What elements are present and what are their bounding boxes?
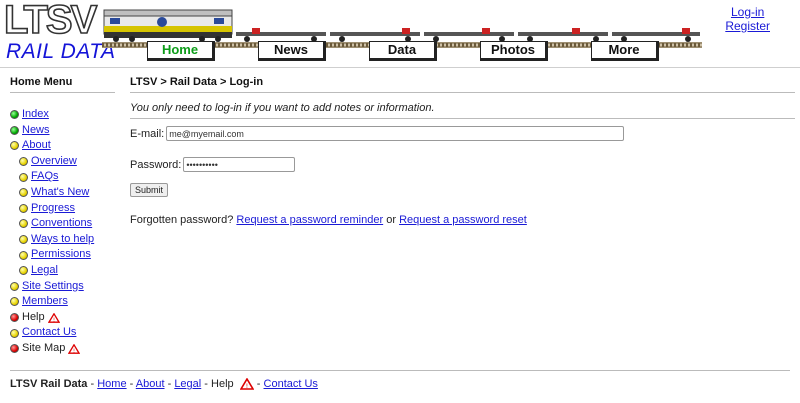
sidebar-item-progress[interactable]: Progress (10, 201, 115, 217)
red-status-dot-icon (10, 313, 19, 323)
footer-help-text: Help (211, 378, 234, 390)
password-reminder-link[interactable]: Request a password reminder (236, 214, 383, 226)
wagons-icon (236, 28, 700, 42)
password-field[interactable] (183, 157, 296, 172)
yellow-status-dot-icon (10, 297, 19, 307)
footer-about-link[interactable]: About (136, 378, 165, 390)
yellow-status-dot-icon (19, 219, 28, 229)
site-header: LTSV RAIL DATA Home News Data Photos Mor… (0, 0, 800, 68)
sidebar-item-about[interactable]: About (10, 138, 115, 154)
sidebar-title: Home Menu (10, 76, 115, 93)
nav-tab-more[interactable]: More (591, 41, 659, 61)
footer-site-name: LTSV Rail Data (10, 378, 88, 390)
footer: LTSV Rail Data - Home - About - Legal - … (10, 378, 318, 390)
footer-separator: - (204, 378, 208, 390)
yellow-status-dot-icon (10, 328, 19, 338)
sidebar-item-label[interactable]: Conventions (31, 216, 92, 232)
sidebar-item-index[interactable]: Index (10, 107, 115, 123)
submit-button[interactable]: Submit (130, 183, 169, 197)
sidebar: Home Menu Index News About Overview FAQs What… (10, 76, 115, 357)
register-link[interactable]: Register (725, 19, 770, 33)
email-label: E-mail: (130, 127, 165, 140)
intro-text: You only need to log-in if you want to a… (130, 93, 795, 119)
sidebar-item-news[interactable]: News (10, 123, 115, 139)
footer-separator: - (90, 378, 95, 390)
footer-separator: - (256, 378, 261, 390)
nav-tab-data[interactable]: Data (369, 41, 437, 61)
yellow-status-dot-icon (19, 188, 28, 198)
sidebar-item-overview[interactable]: Overview (10, 154, 115, 170)
account-links: Log-in Register (725, 5, 770, 33)
sidebar-item-label[interactable]: What's New (31, 185, 89, 201)
sidebar-item-site-settings[interactable]: Site Settings (10, 279, 115, 295)
password-label: Password: (130, 158, 182, 171)
header-divider (0, 67, 800, 68)
breadcrumb: LTSV > Rail Data > Log-in (130, 76, 795, 93)
footer-divider (10, 370, 790, 371)
email-field[interactable] (166, 126, 625, 141)
svg-text:!: ! (73, 348, 75, 354)
sidebar-item-contact-us[interactable]: Contact Us (10, 325, 115, 341)
red-status-dot-icon (10, 344, 19, 354)
sidebar-item-help: Help! (10, 310, 115, 326)
warning-icon: ! (239, 378, 254, 390)
sidebar-item-label[interactable]: FAQs (31, 169, 59, 185)
sidebar-item-label[interactable]: About (22, 138, 51, 154)
svg-text:!: ! (53, 317, 55, 323)
sidebar-item-site-map: Site Map! (10, 341, 115, 357)
footer-separator: - (129, 378, 134, 390)
nav-tab-photos[interactable]: Photos (480, 41, 548, 61)
green-status-dot-icon (10, 110, 19, 120)
warning-icon: ! (68, 343, 81, 354)
yellow-status-dot-icon (19, 172, 28, 182)
yellow-status-dot-icon (10, 141, 19, 151)
sidebar-item-label[interactable]: News (22, 123, 50, 139)
locomotive-icon (103, 9, 233, 42)
sidebar-item-label[interactable]: Contact Us (22, 325, 76, 341)
sidebar-menu: Index News About Overview FAQs What's New Prog… (10, 107, 115, 357)
password-reset-link[interactable]: Request a password reset (399, 214, 527, 226)
sidebar-item-label[interactable]: Members (22, 294, 68, 310)
sidebar-item-what-s-new[interactable]: What's New (10, 185, 115, 201)
sidebar-item-label: Site Map (22, 341, 66, 354)
sidebar-item-label[interactable]: Ways to help (31, 232, 94, 248)
footer-home-link[interactable]: Home (97, 378, 126, 390)
or-text: or (386, 214, 396, 226)
sidebar-item-faqs[interactable]: FAQs (10, 169, 115, 185)
login-link[interactable]: Log-in (725, 5, 770, 19)
sidebar-item-label[interactable]: Site Settings (22, 279, 84, 295)
footer-separator: - (167, 378, 172, 390)
logo-ltsv[interactable]: LTSV (3, 0, 98, 43)
sidebar-item-members[interactable]: Members (10, 294, 115, 310)
sidebar-item-legal[interactable]: Legal (10, 263, 115, 279)
logo-rail-data[interactable]: RAIL DATA (6, 40, 116, 64)
sidebar-item-ways-to-help[interactable]: Ways to help (10, 232, 115, 248)
yellow-status-dot-icon (19, 250, 28, 260)
yellow-status-dot-icon (19, 203, 28, 213)
footer-contact-link[interactable]: Contact Us (264, 378, 318, 390)
warning-icon: ! (47, 312, 60, 323)
sidebar-item-label[interactable]: Index (22, 107, 49, 123)
sidebar-item-permissions[interactable]: Permissions (10, 247, 115, 263)
nav-tab-home[interactable]: Home (147, 41, 215, 61)
sidebar-item-label: Help (22, 310, 45, 323)
yellow-status-dot-icon (19, 266, 28, 276)
sidebar-item-label[interactable]: Legal (31, 263, 58, 279)
main-nav: Home News Data Photos More (147, 41, 707, 61)
green-status-dot-icon (10, 125, 19, 135)
sidebar-item-label[interactable]: Progress (31, 201, 75, 217)
sidebar-item-label[interactable]: Permissions (31, 247, 91, 263)
main-content: LTSV > Rail Data > Log-in You only need … (130, 76, 795, 226)
forgot-text: Forgotten password? (130, 214, 234, 226)
svg-text:!: ! (246, 383, 248, 390)
nav-tab-news[interactable]: News (258, 41, 326, 61)
yellow-status-dot-icon (19, 157, 28, 167)
yellow-status-dot-icon (10, 281, 19, 291)
forgot-password-line: Forgotten password? Request a password r… (130, 214, 795, 226)
footer-legal-link[interactable]: Legal (174, 378, 201, 390)
sidebar-item-label[interactable]: Overview (31, 154, 77, 170)
sidebar-item-conventions[interactable]: Conventions (10, 216, 115, 232)
yellow-status-dot-icon (19, 235, 28, 245)
